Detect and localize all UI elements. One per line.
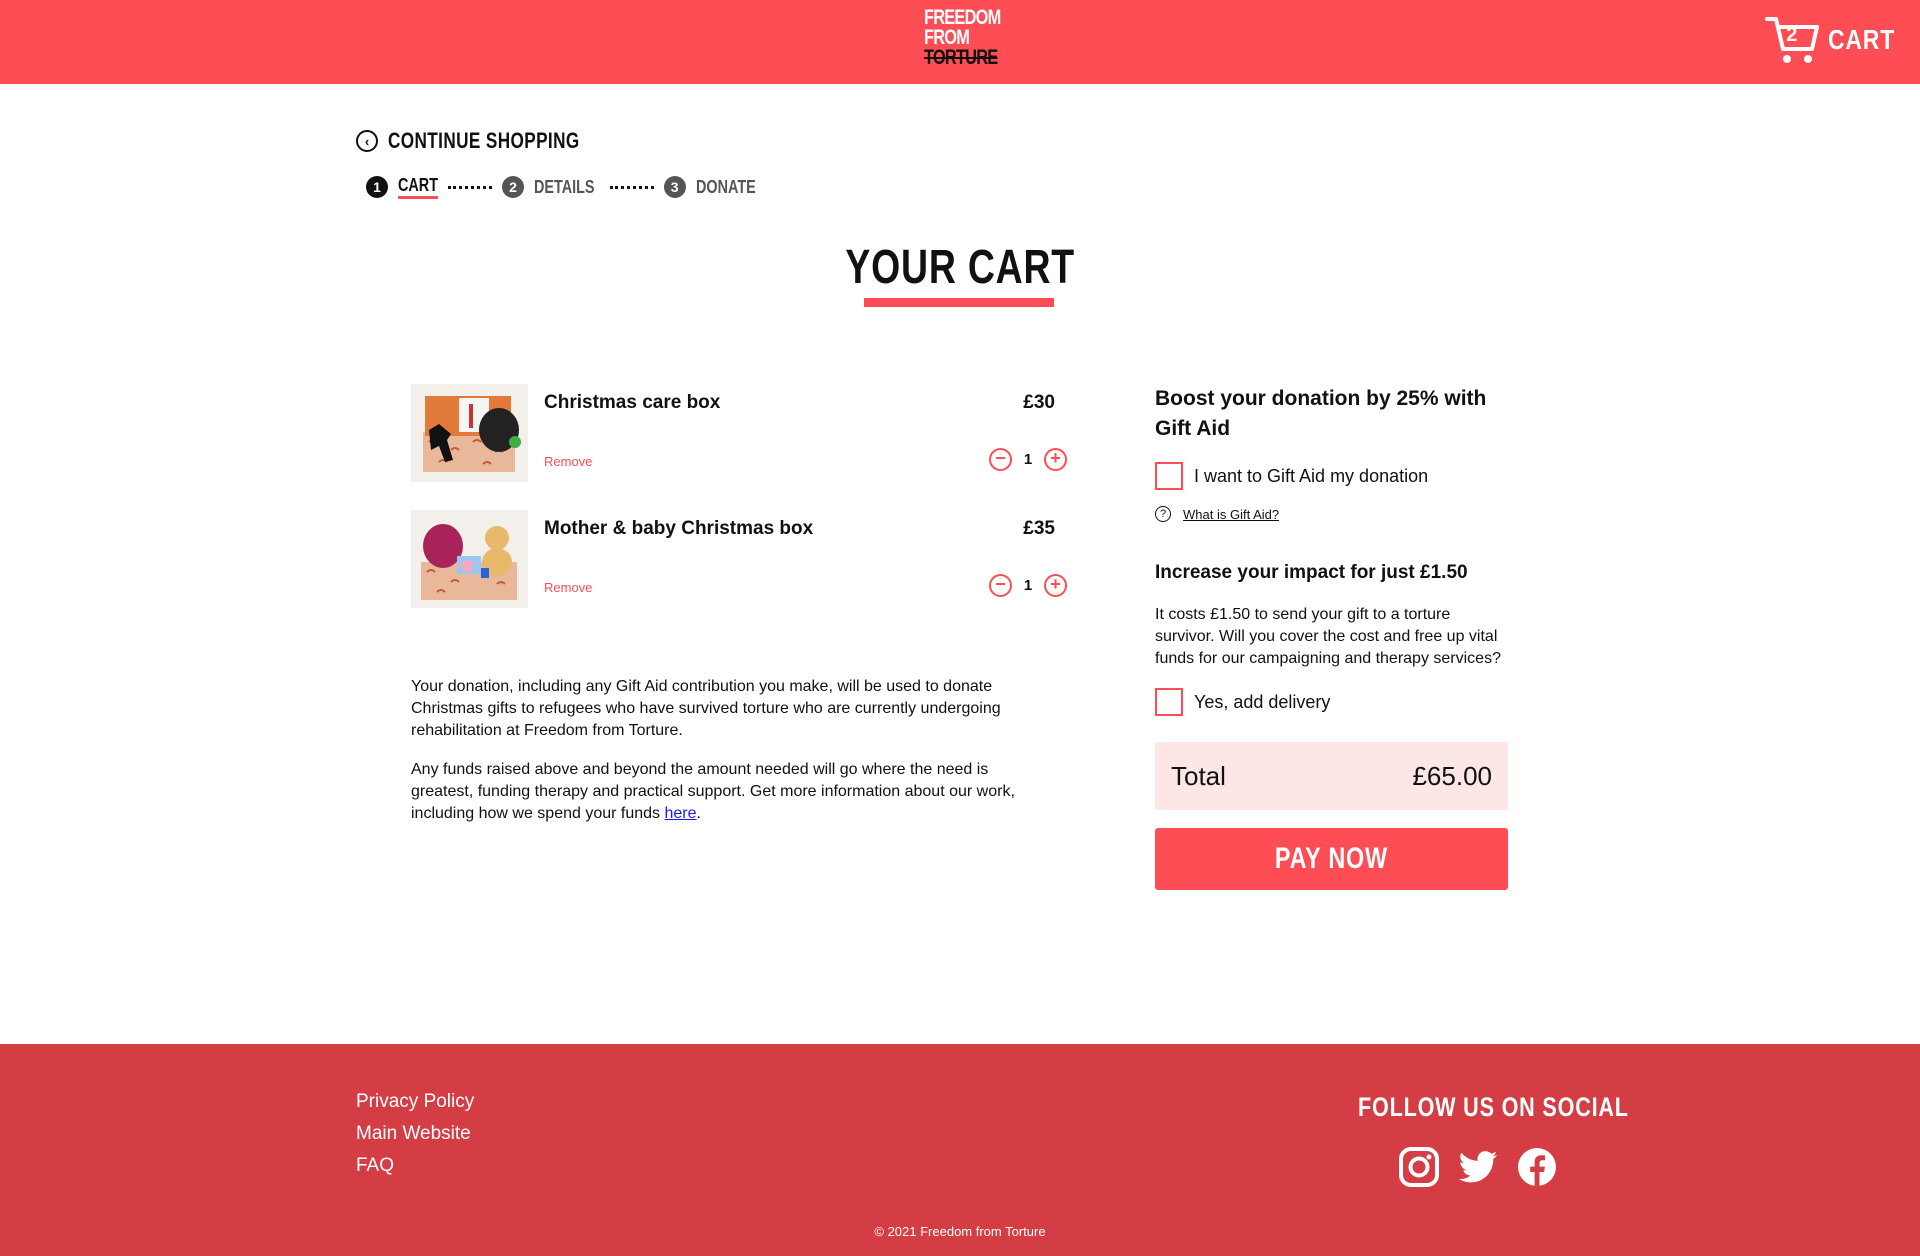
- quantity-value: 1: [1023, 577, 1033, 594]
- gift-aid-help: ? What is Gift Aid?: [1155, 506, 1508, 522]
- checkout-steps: 1 CART 2 DETAILS 3 DONATE: [366, 174, 770, 200]
- title-underline: [864, 298, 1054, 307]
- twitter-icon[interactable]: [1457, 1146, 1499, 1188]
- delivery-checkbox-label: Yes, add delivery: [1194, 691, 1331, 712]
- impact-title: Increase your impact for just £1.50: [1155, 562, 1468, 583]
- item-name: Christmas care box: [544, 392, 721, 413]
- increase-quantity-button[interactable]: +: [1044, 574, 1067, 597]
- freedom-from-torture-logo[interactable]: FREEDOM FROM TORTURE: [924, 6, 1001, 72]
- step-details: 2 DETAILS: [502, 176, 610, 198]
- step-number: 2: [502, 176, 524, 198]
- funds-info-link[interactable]: here: [665, 805, 697, 822]
- continue-shopping-link[interactable]: ‹ CONTINUE SHOPPING: [356, 128, 634, 154]
- cart-items-list: Christmas care box £30 Remove − 1 + Moth…: [411, 384, 1067, 636]
- shopping-cart-icon: 2: [1764, 15, 1820, 65]
- main-website-link[interactable]: Main Website: [356, 1118, 474, 1150]
- impact-text: It costs £1.50 to send your gift to a to…: [1155, 606, 1501, 667]
- gift-aid-checkbox-label: I want to Gift Aid my donation: [1194, 465, 1429, 486]
- pay-now-label: PAY NOW: [1275, 842, 1388, 875]
- delivery-option[interactable]: Yes, add delivery: [1155, 688, 1508, 716]
- page-title-wrap: YOUR CART: [0, 240, 1920, 295]
- copyright-text: © 2021 Freedom from Torture: [874, 1224, 1046, 1239]
- donation-info: Your donation, including any Gift Aid co…: [411, 676, 1051, 842]
- order-summary: Boost your donation by 25% with Gift Aid…: [1155, 384, 1508, 890]
- decrease-quantity-button[interactable]: −: [989, 448, 1012, 471]
- pay-now-button[interactable]: PAY NOW: [1155, 828, 1508, 890]
- quantity-stepper: − 1 +: [989, 448, 1067, 471]
- item-name: Mother & baby Christmas box: [544, 518, 814, 539]
- top-header: FREEDOM FROM TORTURE 2 CART: [0, 0, 1920, 84]
- cart-label: CART: [1828, 24, 1896, 55]
- gift-aid-checkbox[interactable]: [1155, 462, 1183, 490]
- total-value: £65.00: [1412, 760, 1492, 791]
- privacy-policy-link[interactable]: Privacy Policy: [356, 1086, 474, 1118]
- gift-aid-title: Boost your donation by 25% with Gift Aid: [1155, 387, 1487, 440]
- step-donate: 3 DONATE: [663, 176, 771, 198]
- step-number: 3: [663, 176, 686, 198]
- cart-item: Mother & baby Christmas box £35 Remove −…: [411, 510, 1067, 610]
- decrease-quantity-button[interactable]: −: [989, 574, 1012, 597]
- gift-aid-option[interactable]: I want to Gift Aid my donation: [1155, 462, 1508, 490]
- total-box: Total £65.00: [1155, 742, 1508, 810]
- mother-baby-box-image: [411, 510, 528, 608]
- step-label: DONATE: [695, 176, 756, 197]
- total-label: Total: [1171, 760, 1226, 791]
- back-arrow-icon: ‹: [356, 130, 378, 152]
- info-paragraph-1: Your donation, including any Gift Aid co…: [411, 678, 1001, 739]
- step-divider: [609, 185, 654, 189]
- what-is-gift-aid-link[interactable]: What is Gift Aid?: [1183, 507, 1279, 522]
- remove-item-button[interactable]: Remove: [544, 580, 592, 595]
- continue-shopping-label: CONTINUE SHOPPING: [388, 128, 580, 153]
- delivery-checkbox[interactable]: [1155, 688, 1183, 716]
- item-price: £35: [1023, 518, 1055, 539]
- page-title: YOUR CART: [845, 241, 1075, 294]
- info-paragraph-2-end: .: [696, 805, 701, 822]
- step-cart: 1 CART: [366, 175, 448, 199]
- cart-count-badge: 2: [1786, 24, 1798, 46]
- info-paragraph-2-text: Any funds raised above and beyond the am…: [411, 761, 1015, 822]
- facebook-icon[interactable]: [1516, 1146, 1558, 1188]
- step-number: 1: [366, 176, 388, 198]
- increase-quantity-button[interactable]: +: [1044, 448, 1067, 471]
- faq-link[interactable]: FAQ: [356, 1150, 474, 1182]
- header-cart-button[interactable]: 2 CART: [1764, 14, 1910, 66]
- footer-links: Privacy Policy Main Website FAQ: [356, 1086, 474, 1182]
- step-label: CART: [398, 175, 438, 199]
- quantity-value: 1: [1023, 451, 1033, 468]
- footer: Privacy Policy Main Website FAQ FOLLOW U…: [0, 1044, 1920, 1256]
- logo-line-2: FROM: [924, 26, 970, 49]
- remove-item-button[interactable]: Remove: [544, 454, 592, 469]
- logo-line-3: TORTURE: [924, 46, 998, 69]
- info-paragraph-2: Any funds raised above and beyond the am…: [411, 759, 1051, 825]
- quantity-stepper: − 1 +: [989, 574, 1067, 597]
- follow-us-title: FOLLOW US ON SOCIAL: [1358, 1092, 1696, 1123]
- question-icon: ?: [1155, 506, 1171, 522]
- follow-us-label: FOLLOW US ON SOCIAL: [1358, 1092, 1629, 1122]
- social-links: [1398, 1146, 1558, 1188]
- christmas-care-box-image: [411, 384, 528, 482]
- cart-item: Christmas care box £30 Remove − 1 +: [411, 384, 1067, 484]
- instagram-icon[interactable]: [1398, 1146, 1440, 1188]
- item-price: £30: [1023, 392, 1055, 413]
- step-divider: [448, 185, 492, 189]
- step-label: DETAILS: [534, 176, 595, 197]
- logo-line-1: FREEDOM: [924, 6, 1001, 29]
